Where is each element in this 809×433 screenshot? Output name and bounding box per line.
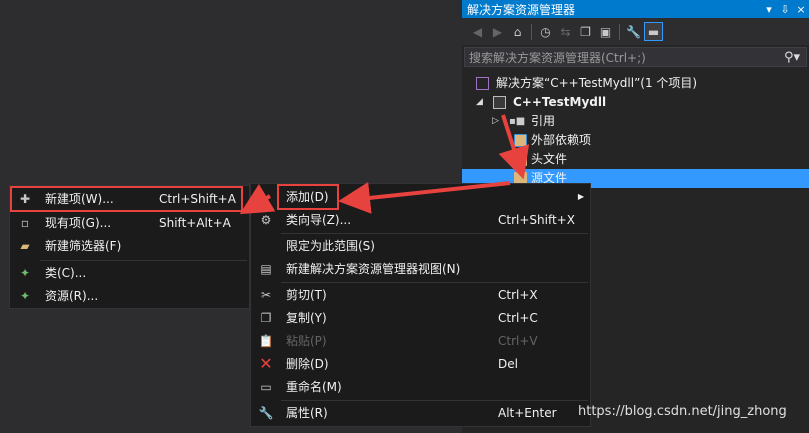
arrow-tree-to-source-files bbox=[498, 114, 530, 180]
arrow-source-files-to-add bbox=[338, 181, 511, 214]
annotation-arrows bbox=[239, 114, 530, 215]
arrow-add-to-new-item bbox=[239, 183, 276, 215]
watermark-text: https://blog.csdn.net/jing_zhong bbox=[578, 404, 787, 419]
